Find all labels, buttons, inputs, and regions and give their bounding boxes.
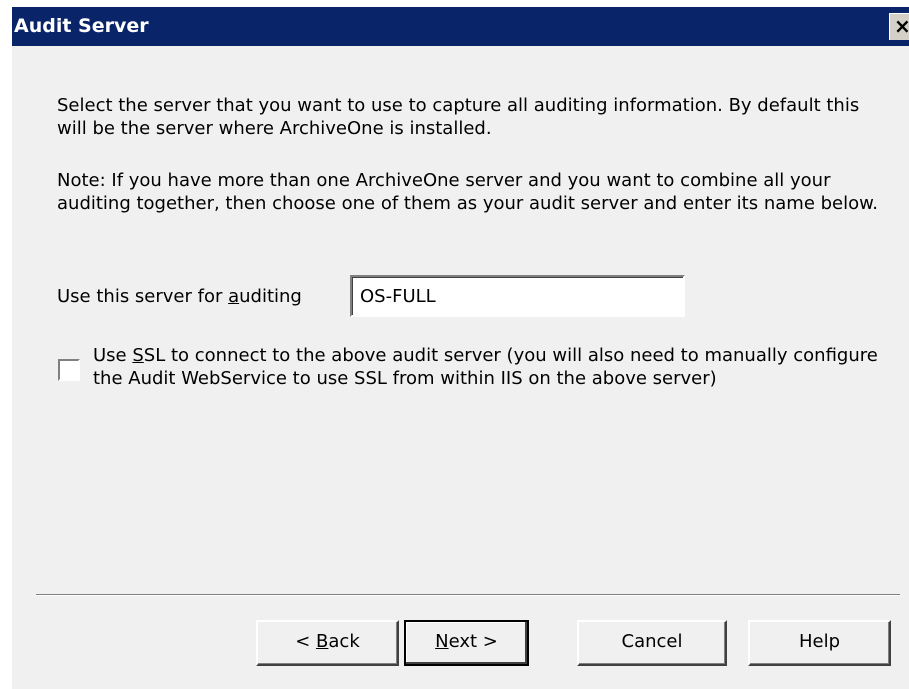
audit-server-dialog: Audit Server × Select the server that yo… [12, 7, 909, 689]
description-text: Select the server that you want to use t… [57, 95, 860, 139]
next-button[interactable]: Next > [404, 620, 529, 666]
audit-server-input[interactable] [350, 275, 685, 317]
server-label: Use this server for auditing [57, 286, 302, 307]
note-text: Note: If you have more than one ArchiveO… [57, 170, 878, 214]
cancel-button[interactable]: Cancel [577, 620, 727, 666]
title-bar[interactable]: Audit Server × [12, 7, 909, 46]
dialog-title: Audit Server [14, 15, 149, 37]
close-icon: × [894, 14, 909, 38]
accelerator-s: S [132, 345, 144, 366]
back-button[interactable]: < Back [256, 620, 399, 666]
button-separator [36, 594, 900, 596]
close-button[interactable]: × [889, 13, 909, 40]
use-ssl-label[interactable]: Use SSL to connect to the above audit se… [93, 344, 893, 390]
help-button[interactable]: Help [748, 620, 891, 666]
accelerator-a: a [228, 286, 240, 307]
use-ssl-checkbox[interactable] [58, 359, 80, 381]
